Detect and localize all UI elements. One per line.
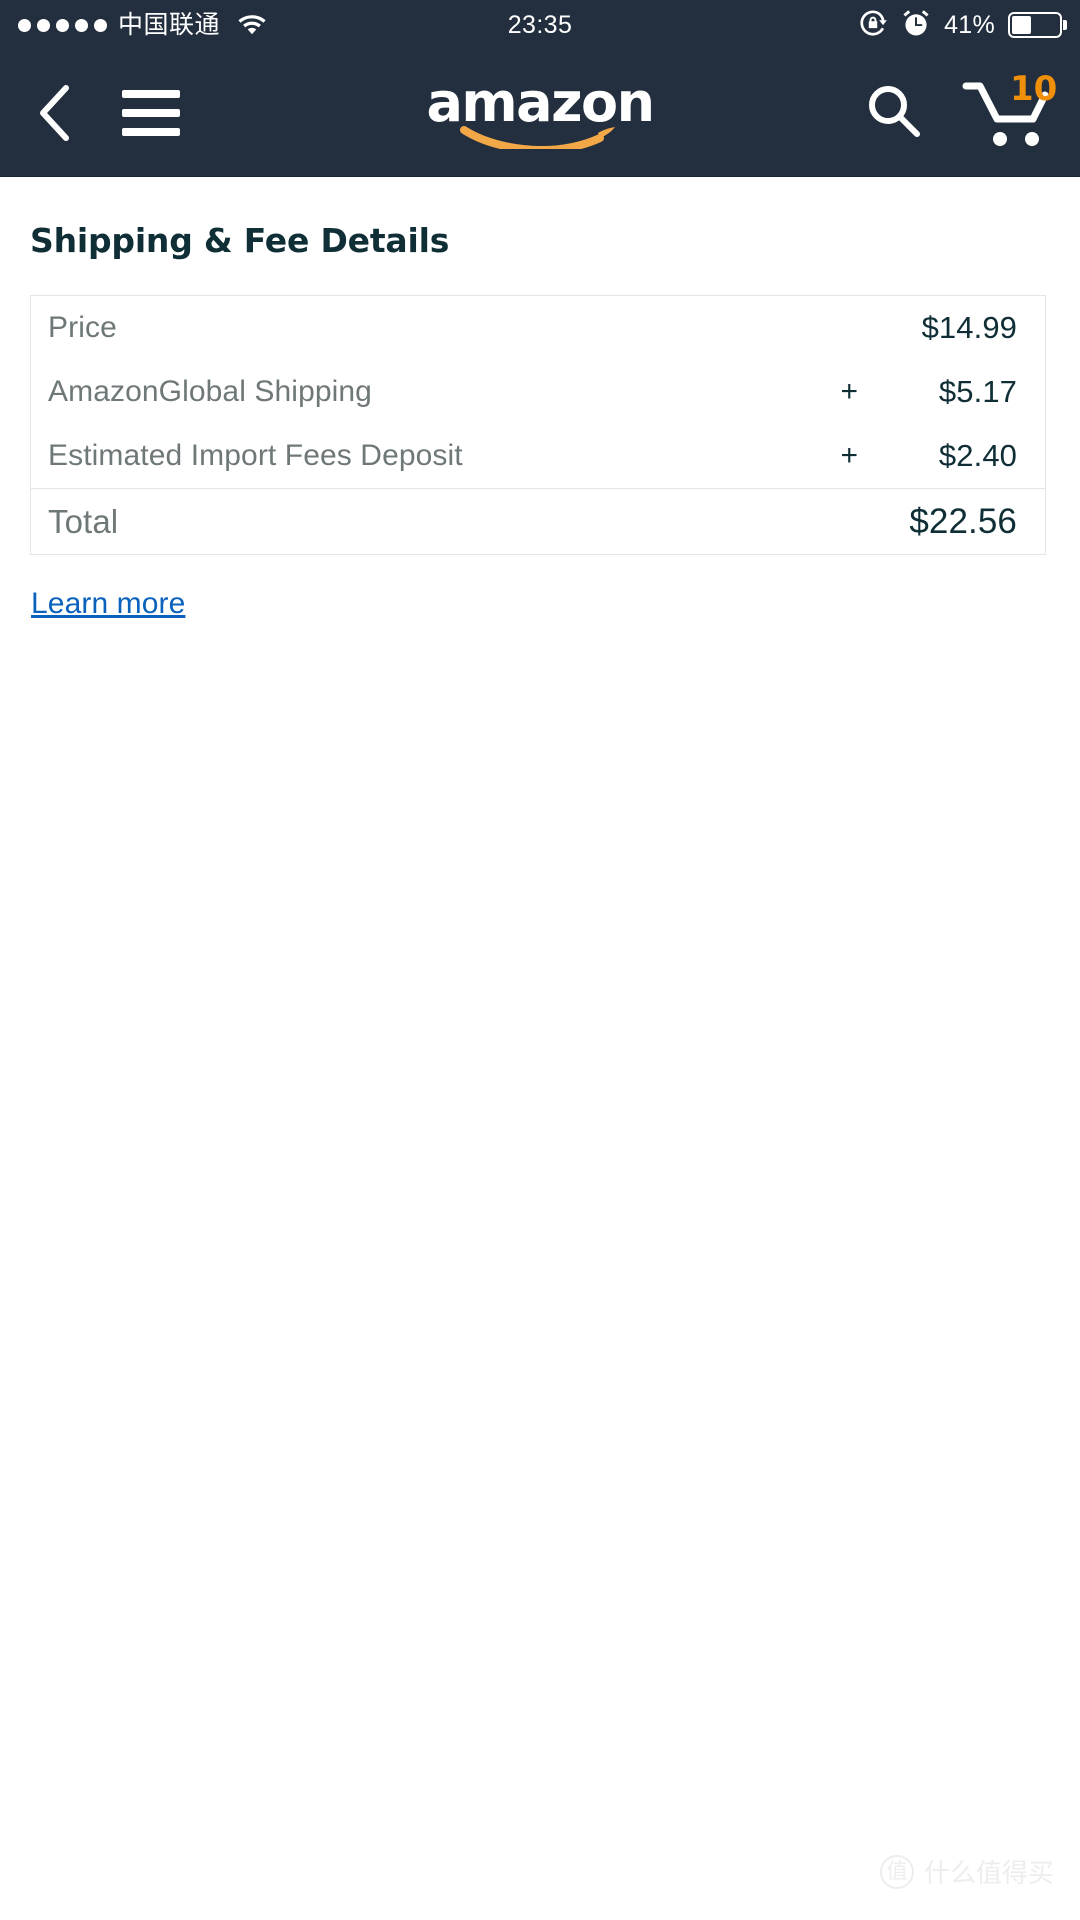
fee-row-sign: + bbox=[840, 439, 858, 472]
table-row: AmazonGlobal Shipping + $5.17 bbox=[31, 360, 1045, 424]
fee-row-label: AmazonGlobal Shipping bbox=[48, 375, 372, 408]
status-bar: 中国联通 23:35 41% bbox=[0, 0, 1080, 50]
hamburger-bar-3 bbox=[122, 128, 180, 136]
back-chevron-icon bbox=[40, 85, 69, 141]
status-bar-left: 中国联通 bbox=[18, 11, 267, 39]
signal-dot bbox=[75, 18, 88, 32]
signal-dot bbox=[56, 18, 69, 32]
hamburger-menu-button[interactable] bbox=[122, 85, 182, 141]
fee-row-sign: + bbox=[840, 375, 858, 408]
cart-button[interactable]: 10 bbox=[962, 72, 1057, 150]
search-button[interactable] bbox=[862, 80, 924, 147]
nav-right-group: 10 bbox=[862, 72, 1057, 150]
carrier-name: 中国联通 bbox=[118, 10, 221, 39]
hamburger-bar-1 bbox=[122, 90, 180, 98]
fee-row-value: $14.99 bbox=[921, 310, 1017, 345]
rotation-lock-icon bbox=[858, 8, 888, 43]
back-button[interactable] bbox=[28, 82, 82, 144]
total-label: Total bbox=[48, 502, 119, 540]
status-bar-clock: 23:35 bbox=[507, 10, 573, 39]
search-icon bbox=[869, 85, 920, 137]
table-row: Estimated Import Fees Deposit + $2.40 bbox=[31, 424, 1045, 488]
fee-row-value: $2.40 bbox=[938, 438, 1017, 473]
app-screen: 中国联通 23:35 41% amazon 10 Shipping & Fee … bbox=[0, 0, 1080, 1920]
table-row: Price $14.99 bbox=[31, 296, 1045, 360]
battery-percent-label: 41% bbox=[944, 10, 995, 39]
status-bar-right: 41% bbox=[858, 8, 1062, 43]
table-row-total: Total $22.56 bbox=[31, 488, 1045, 554]
signal-dot bbox=[94, 18, 107, 32]
site-watermark: 值 什么值得买 bbox=[879, 1853, 1054, 1890]
page-title: Shipping & Fee Details bbox=[30, 221, 450, 260]
cart-item-count: 10 bbox=[1010, 69, 1058, 109]
main-content: Shipping & Fee Details Price $14.99 Amaz… bbox=[0, 221, 1080, 621]
total-value: $22.56 bbox=[909, 501, 1017, 541]
wifi-icon bbox=[237, 11, 267, 39]
amazon-smile-icon bbox=[460, 123, 620, 154]
watermark-text: 什么值得买 bbox=[923, 1859, 1054, 1889]
signal-strength-icon bbox=[18, 18, 107, 32]
watermark-badge: 值 bbox=[879, 1854, 914, 1889]
hamburger-bar-2 bbox=[122, 109, 180, 117]
fee-row-label: Estimated Import Fees Deposit bbox=[48, 439, 463, 472]
learn-more-link[interactable]: Learn more bbox=[31, 587, 185, 621]
shipping-fee-table: Price $14.99 AmazonGlobal Shipping + $5.… bbox=[30, 295, 1046, 555]
amazon-logo-text: amazon bbox=[426, 71, 655, 135]
app-nav-bar: amazon 10 bbox=[0, 50, 1080, 177]
nav-left-group bbox=[28, 82, 182, 144]
battery-icon bbox=[1008, 12, 1062, 38]
fee-row-label: Price bbox=[48, 311, 117, 344]
alarm-clock-icon bbox=[901, 8, 931, 43]
signal-dot bbox=[18, 18, 31, 32]
signal-dot bbox=[37, 18, 50, 32]
fee-row-value: $5.17 bbox=[938, 374, 1017, 409]
